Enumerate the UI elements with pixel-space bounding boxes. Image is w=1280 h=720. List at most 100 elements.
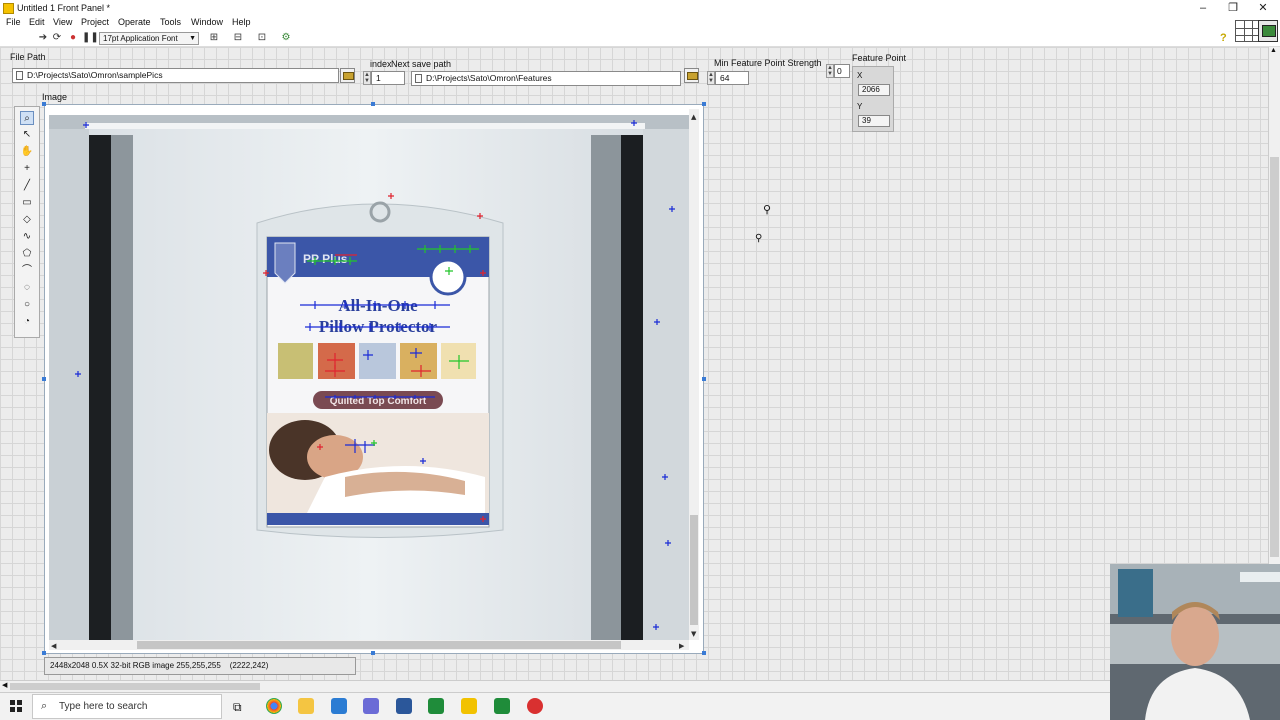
svg-text:▶: ▶ bbox=[679, 642, 685, 650]
pan-hand-icon[interactable]: ✋ bbox=[20, 145, 34, 159]
next-save-path-label: Next save path bbox=[391, 59, 452, 69]
menu-view[interactable]: View bbox=[53, 17, 72, 27]
window-title: Untitled 1 Front Panel * bbox=[17, 3, 111, 13]
feature-point-label: Feature Point bbox=[852, 53, 907, 63]
run-continuously-icon[interactable]: ⟳ bbox=[51, 32, 63, 44]
resize-objects-icon[interactable]: ⊡ bbox=[254, 32, 270, 44]
svg-text:◀: ◀ bbox=[51, 642, 57, 650]
selection-handle[interactable] bbox=[702, 651, 706, 655]
array-index-input[interactable]: 0 bbox=[834, 64, 850, 78]
menu-operate[interactable]: Operate bbox=[118, 17, 151, 27]
index-spinner[interactable]: ▲ ▼ bbox=[363, 71, 371, 85]
svg-text:▲: ▲ bbox=[691, 113, 697, 121]
menu-tools[interactable]: Tools bbox=[160, 17, 181, 27]
windows-start-icon[interactable] bbox=[10, 700, 22, 712]
image-info: 2448x2048 0.5X 32-bit RGB image 255,255,… bbox=[50, 661, 221, 670]
selection-handle[interactable] bbox=[702, 102, 706, 106]
freehand-line-icon[interactable]: ∿ bbox=[20, 230, 34, 244]
image-display[interactable]: PP Plus All-In-One Pillow Protector Quil… bbox=[44, 104, 704, 654]
cursor-icon: ⚲ bbox=[763, 204, 772, 216]
annulus-icon[interactable]: ◔ bbox=[20, 315, 34, 329]
line-icon[interactable]: ╱ bbox=[20, 179, 34, 193]
file-path-label: File Path bbox=[10, 52, 46, 62]
x-label: X bbox=[857, 71, 863, 80]
taskbar-search-input[interactable]: ⌕ Type here to search bbox=[32, 694, 222, 719]
scroll-thumb[interactable] bbox=[1270, 157, 1279, 557]
scroll-up-icon[interactable]: ▲ bbox=[1270, 47, 1277, 54]
hscroll-thumb[interactable] bbox=[10, 683, 260, 690]
vi-icon[interactable] bbox=[1258, 20, 1278, 42]
polygon-icon[interactable]: ⬠ bbox=[20, 247, 34, 261]
word-icon[interactable] bbox=[396, 698, 412, 714]
min-strength-input[interactable]: 64 bbox=[715, 71, 749, 85]
menu-project[interactable]: Project bbox=[81, 17, 109, 27]
zoom-icon[interactable]: ⌕ bbox=[20, 111, 34, 125]
svg-text:▼: ▼ bbox=[691, 630, 697, 638]
file-path-browse-button[interactable] bbox=[340, 68, 355, 83]
selection-arrow-icon[interactable]: ↖ bbox=[20, 128, 34, 142]
title-bar: Untitled 1 Front Panel * – ❐ ✕ bbox=[0, 0, 1280, 16]
next-save-path-input[interactable]: D:\Projects\Sato\Omron\Features bbox=[411, 71, 681, 86]
index-input[interactable]: 1 bbox=[371, 71, 405, 85]
pause-icon[interactable]: ❚❚ bbox=[82, 32, 99, 44]
rotated-rectangle-icon[interactable]: ◇ bbox=[20, 213, 34, 227]
search-icon: ⌕ bbox=[41, 700, 48, 712]
scroll-left-icon[interactable]: ◀ bbox=[2, 681, 7, 689]
menu-help[interactable]: Help bbox=[232, 17, 251, 27]
editor-icon[interactable] bbox=[363, 698, 379, 714]
package-brand: PP Plus bbox=[303, 252, 348, 266]
reorder-icon[interactable]: ⚙ bbox=[278, 32, 294, 44]
panel-horizontal-scrollbar[interactable]: ◀ bbox=[0, 680, 1110, 692]
freehand-region-icon[interactable]: ◌ bbox=[20, 281, 34, 295]
zoom-cursor-icon: ⚲ bbox=[755, 233, 763, 244]
selection-handle[interactable] bbox=[371, 651, 375, 655]
menu-window[interactable]: Window bbox=[191, 17, 223, 27]
oval-icon[interactable]: ○ bbox=[20, 298, 34, 312]
ni-max-icon[interactable] bbox=[494, 698, 510, 714]
font-select[interactable]: 17pt Application Font ▼ bbox=[99, 32, 199, 45]
ni-app-icon[interactable] bbox=[428, 698, 444, 714]
menu-bar: File Edit View Project Operate Tools Win… bbox=[0, 16, 1280, 30]
abort-icon[interactable]: ● bbox=[67, 32, 79, 44]
image-status-bar: 2448x2048 0.5X 32-bit RGB image 255,255,… bbox=[44, 657, 356, 675]
calculator-icon[interactable] bbox=[331, 698, 347, 714]
menu-file[interactable]: File bbox=[6, 17, 21, 27]
selection-handle[interactable] bbox=[42, 102, 46, 106]
point-icon[interactable]: + bbox=[20, 162, 34, 176]
selection-handle[interactable] bbox=[371, 102, 375, 106]
restore-button[interactable]: ❐ bbox=[1218, 0, 1248, 16]
align-objects-icon[interactable]: ⊞ bbox=[206, 32, 222, 44]
y-value: 39 bbox=[858, 115, 890, 127]
webcam-overlay bbox=[1110, 564, 1280, 720]
path-icon bbox=[415, 74, 422, 83]
min-strength-spinner[interactable]: ▲ ▼ bbox=[707, 71, 715, 85]
file-path-input[interactable]: D:\Projects\Sato\Omron\samplePics bbox=[12, 68, 339, 83]
run-arrow-icon[interactable]: ➔ bbox=[37, 32, 49, 44]
labview-app-icon bbox=[3, 3, 14, 14]
file-explorer-icon[interactable] bbox=[298, 698, 314, 714]
minimize-button[interactable]: – bbox=[1188, 0, 1218, 16]
menu-edit[interactable]: Edit bbox=[29, 17, 45, 27]
cursor-coords: (2222,242) bbox=[229, 661, 269, 670]
array-index-spinner[interactable]: ▲ ▼ bbox=[826, 64, 834, 78]
rectangle-icon[interactable]: ▭ bbox=[20, 196, 34, 210]
task-view-icon[interactable]: ⧉ bbox=[233, 700, 242, 715]
labview-icon[interactable] bbox=[461, 698, 477, 714]
presenter-video bbox=[1110, 564, 1280, 720]
selection-handle[interactable] bbox=[42, 651, 46, 655]
next-save-path-browse-button[interactable] bbox=[684, 68, 699, 83]
image-tool-palette: ⌕ ↖ ✋ + ╱ ▭ ◇ ∿ ⬠ ⌒ ◌ ○ ◔ bbox=[14, 106, 40, 338]
panel-vertical-scrollbar[interactable]: ▲ bbox=[1268, 47, 1280, 564]
toolbar: ➔ ⟳ ● ❚❚ 17pt Application Font ▼ ⊞ ⊟ ⊡ ⚙… bbox=[0, 30, 1280, 47]
font-select-value: 17pt Application Font bbox=[103, 34, 178, 43]
selection-handle[interactable] bbox=[42, 377, 46, 381]
recorder-icon[interactable] bbox=[527, 698, 543, 714]
context-help-icon[interactable]: ? bbox=[1220, 32, 1227, 44]
y-label: Y bbox=[857, 102, 863, 111]
distribute-objects-icon[interactable]: ⊟ bbox=[230, 32, 246, 44]
close-button[interactable]: ✕ bbox=[1248, 0, 1278, 16]
selection-handle[interactable] bbox=[702, 377, 706, 381]
broken-line-icon[interactable]: ⌒ bbox=[20, 264, 34, 278]
chrome-icon[interactable] bbox=[266, 698, 282, 714]
chevron-down-icon: ▼ bbox=[189, 35, 196, 42]
